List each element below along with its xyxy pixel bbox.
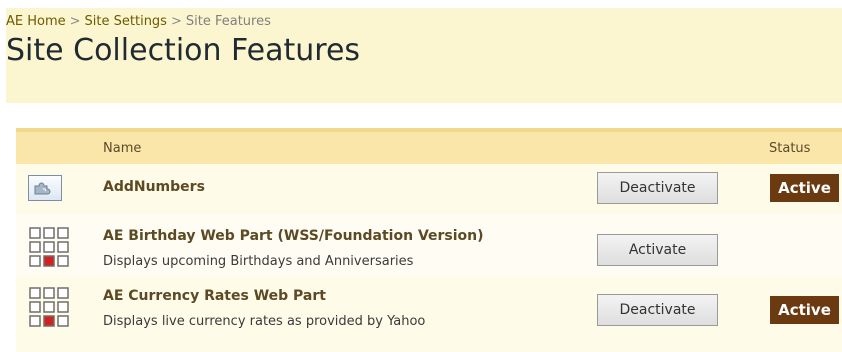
- deactivate-button[interactable]: Deactivate: [597, 294, 718, 326]
- feature-row: AddNumbers Deactivate Active: [16, 164, 842, 214]
- feature-description: Displays upcoming Birthdays and Annivers…: [103, 254, 414, 269]
- puzzle-icon: [28, 175, 62, 201]
- feature-title[interactable]: AE Birthday Web Part (WSS/Foundation Ver…: [103, 228, 484, 244]
- web-part-grid-icon: [29, 227, 69, 267]
- activate-button[interactable]: Activate: [597, 234, 718, 266]
- status-badge: Active: [770, 174, 839, 202]
- feature-title[interactable]: AE Currency Rates Web Part: [103, 288, 326, 304]
- page-title: Site Collection Features: [6, 33, 361, 68]
- web-part-grid-icon: [29, 287, 69, 327]
- breadcrumb: AE Home > Site Settings > Site Features: [6, 14, 271, 29]
- status-badge: Active: [770, 296, 839, 324]
- breadcrumb-site-settings[interactable]: Site Settings: [85, 14, 167, 29]
- feature-title[interactable]: AddNumbers: [103, 179, 205, 195]
- table-header: Name Status: [16, 128, 842, 164]
- breadcrumb-separator: >: [69, 14, 81, 29]
- feature-row: AE Birthday Web Part (WSS/Foundation Ver…: [16, 214, 842, 276]
- deactivate-button[interactable]: Deactivate: [597, 172, 718, 204]
- breadcrumb-separator: >: [170, 14, 182, 29]
- feature-description: Displays live currency rates as provided…: [103, 314, 426, 329]
- column-header-status: Status: [769, 141, 811, 156]
- feature-row: AE Currency Rates Web Part Displays live…: [16, 276, 842, 352]
- breadcrumb-ae-home[interactable]: AE Home: [6, 14, 66, 29]
- breadcrumb-site-features: Site Features: [185, 14, 271, 29]
- features-table: Name Status AddNumbers Deactivate Active…: [16, 128, 842, 352]
- column-header-name: Name: [103, 141, 142, 156]
